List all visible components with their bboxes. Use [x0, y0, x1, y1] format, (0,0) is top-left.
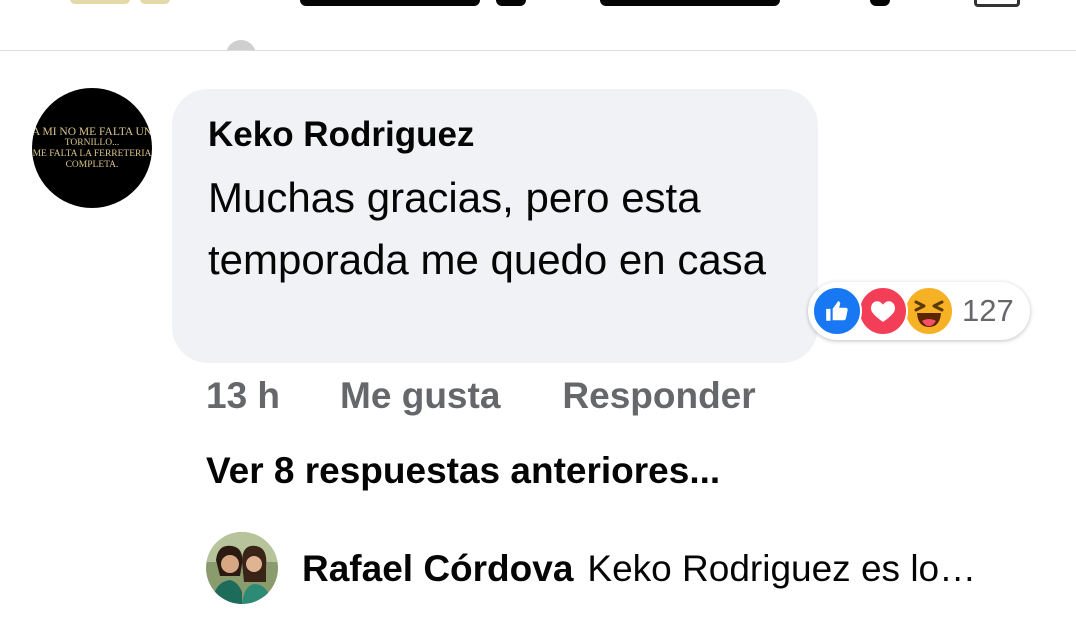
avatar-text-line: ME FALTA LA FERRETERIA [32, 148, 152, 159]
commenter-avatar[interactable]: A MI NO ME FALTA UN TORNILLO... ME FALTA… [32, 88, 152, 208]
avatar-text-line: TORNILLO... [64, 137, 120, 148]
previous-post-header [0, 0, 1076, 51]
view-previous-replies-link[interactable]: Ver 8 respuestas anteriores... [206, 447, 720, 495]
reply-preview[interactable]: Rafael Córdova Keko Rodriguez es lo… [302, 544, 976, 594]
like-icon [812, 286, 862, 336]
love-icon [858, 286, 908, 336]
comment-text: Muchas gracias, pero esta temporada me q… [208, 174, 767, 283]
avatar-text-line: A MI NO ME FALTA UN [32, 125, 152, 138]
reactions-summary[interactable]: 127 [808, 282, 1030, 340]
reply-text-preview: Keko Rodriguez es lo… [587, 548, 977, 589]
avatar-text-line: COMPLETA. [65, 159, 119, 170]
comment-bubble[interactable]: Keko Rodriguez Muchas gracias, pero esta… [172, 89, 818, 363]
haha-icon [904, 286, 954, 336]
reaction-count: 127 [962, 293, 1014, 328]
comment-thread: A MI NO ME FALTA UN TORNILLO... ME FALTA… [0, 0, 1076, 628]
comment-author[interactable]: Keko Rodriguez [208, 115, 782, 155]
reply-button[interactable]: Responder [562, 375, 755, 417]
like-button[interactable]: Me gusta [340, 375, 500, 417]
reply-author-avatar[interactable] [206, 532, 278, 604]
avatar [226, 40, 256, 50]
share-icon[interactable] [974, 0, 1020, 7]
comment-timestamp[interactable]: 13 h [206, 375, 280, 417]
comment-actions: 13 h Me gusta Responder [206, 372, 756, 420]
reply-author[interactable]: Rafael Córdova [302, 548, 573, 589]
